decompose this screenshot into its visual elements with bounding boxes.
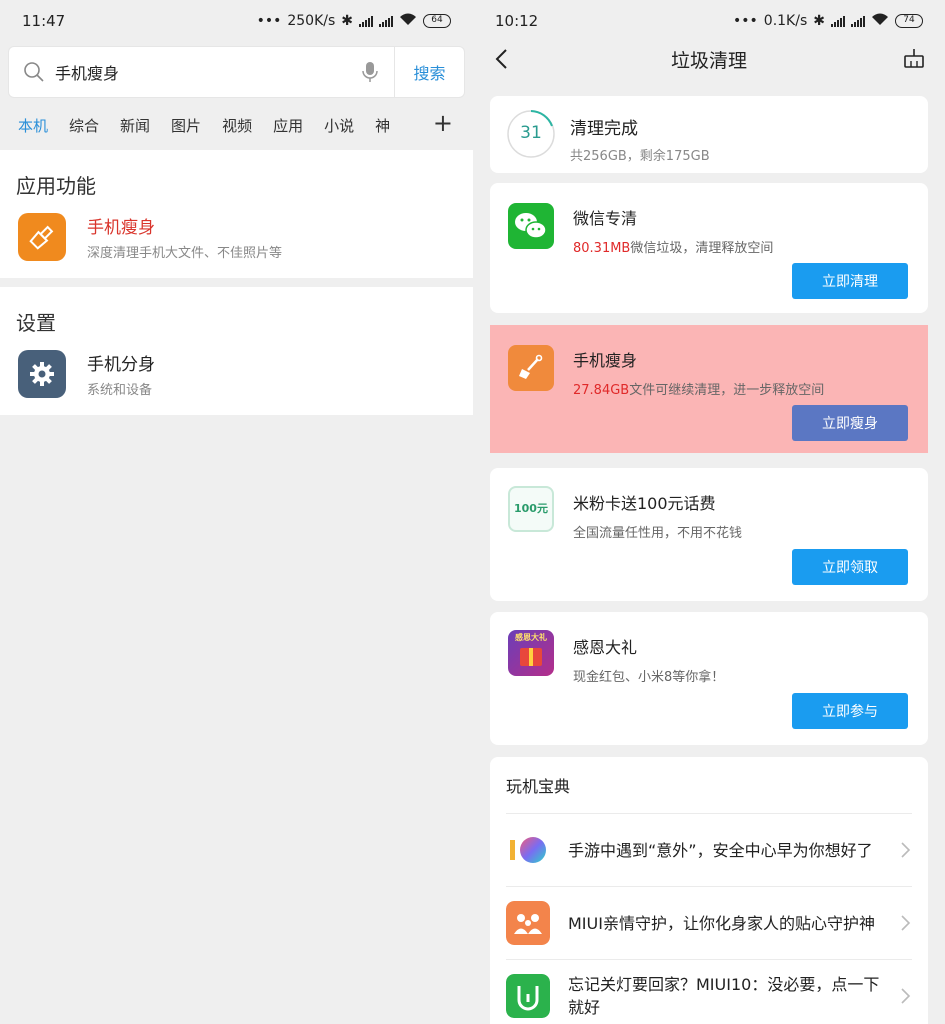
tab-more[interactable]: 神 (375, 115, 390, 136)
wifi-icon (399, 13, 417, 30)
search-input[interactable]: 手机瘦身 (55, 60, 360, 84)
left-screen: 11:47 ••• 250K/s ✱ 64 手机瘦身 搜索 本机 综合 新闻 图… (0, 0, 473, 1024)
app-functions-section: 应用功能 手机瘦身 深度清理手机大文件、不佳照片等 (0, 150, 473, 278)
battery-icon: 74 (895, 14, 923, 28)
shovel-icon (508, 345, 554, 391)
microphone-icon[interactable] (360, 61, 380, 83)
search-tabs: 本机 综合 新闻 图片 视频 应用 小说 神 + (0, 108, 473, 142)
section-header: 应用功能 (16, 174, 96, 198)
tab-apps[interactable]: 应用 (273, 115, 303, 136)
card-title: 米粉卡送100元话费 (573, 494, 716, 513)
page-title: 垃圾清理 (670, 49, 747, 72)
status-bar: 11:47 ••• 250K/s ✱ 64 (0, 0, 473, 42)
tips-section: 玩机宝典 手游中遇到“意外”，安全中心早为你想好了 MIUI亲情守护，让你化身家… (490, 757, 928, 1024)
claim-now-button[interactable]: 立即领取 (792, 549, 908, 585)
chevron-right-icon (901, 988, 911, 1004)
signal-hd-icon (851, 15, 865, 27)
file-size: 27.84GB (573, 383, 630, 398)
card-subtitle: 现金红包、小米8等你拿！ (573, 670, 725, 685)
junk-size: 80.31MB (573, 241, 631, 256)
result-subtitle: 系统和设备 (87, 383, 153, 398)
more-dots-icon: ••• (256, 13, 282, 29)
result-title: 手机瘦身 (87, 218, 155, 238)
wifi-icon (871, 13, 889, 30)
tip-text: 忘记关灯要回家？MIUI10：没必要，点一下就好 (568, 975, 880, 1017)
mi-card-promo: 100元 米粉卡送100元话费 全国流量任性用，不用不花钱 立即领取 (490, 468, 928, 601)
tab-news[interactable]: 新闻 (120, 115, 150, 136)
result-subtitle: 深度清理手机大文件、不佳照片等 (87, 246, 283, 261)
network-speed: 0.1K/s (763, 13, 808, 29)
chevron-right-icon (901, 915, 911, 931)
section-header: 设置 (16, 311, 56, 335)
broom-settings-icon[interactable] (903, 47, 925, 69)
result-dual-space[interactable]: 手机分身 系统和设备 (0, 336, 473, 412)
family-guard-icon (506, 901, 550, 945)
signal-hd-icon (379, 15, 393, 27)
tip-text: 手游中遇到“意外”，安全中心早为你想好了 (568, 840, 873, 860)
tab-images[interactable]: 图片 (171, 115, 201, 136)
card-subtitle: 文件可继续清理，进一步释放空间 (629, 383, 825, 398)
tab-videos[interactable]: 视频 (222, 115, 252, 136)
search-bar: 手机瘦身 搜索 (8, 46, 465, 98)
broom-icon (18, 213, 66, 261)
title-bar: 垃圾清理 (473, 40, 945, 78)
status-time: 10:12 (495, 12, 539, 30)
card-title: 微信专清 (573, 209, 638, 228)
phone-slim-card: 手机瘦身 27.84GB文件可继续清理，进一步释放空间 立即瘦身 (490, 325, 928, 453)
clean-now-button[interactable]: 立即清理 (792, 263, 908, 299)
slim-now-button[interactable]: 立即瘦身 (792, 405, 908, 441)
bluetooth-icon: ✱ (813, 13, 825, 29)
gift-box-icon: 感恩大礼 (508, 630, 554, 676)
tab-local[interactable]: 本机 (18, 115, 48, 136)
card-title: 手机瘦身 (573, 351, 638, 370)
tip-item[interactable]: 手游中遇到“意外”，安全中心早为你想好了 (506, 813, 912, 886)
status-bar: 10:12 ••• 0.1K/s ✱ 74 (473, 0, 945, 42)
status-time: 11:47 (22, 12, 66, 30)
card-subtitle: 微信垃圾，清理释放空间 (630, 241, 774, 256)
tab-novels[interactable]: 小说 (324, 115, 354, 136)
search-icon (24, 62, 44, 82)
mi-home-icon (506, 974, 550, 1018)
tip-item[interactable]: 忘记关灯要回家？MIUI10：没必要，点一下就好 (506, 959, 912, 1024)
clean-summary-card: 31 清理完成 共256GB，剩余175GB (490, 96, 928, 173)
bluetooth-icon: ✱ (341, 13, 353, 29)
progress-ring: 31 (506, 109, 556, 159)
card-subtitle: 全国流量任性用，不用不花钱 (573, 526, 743, 541)
ring-value: 31 (520, 123, 542, 143)
coupon-icon: 100元 (508, 486, 554, 532)
wechat-icon (508, 203, 554, 249)
summary-subtitle: 共256GB，剩余175GB (570, 149, 710, 164)
gift-icon-text: 感恩大礼 (515, 633, 547, 642)
chevron-right-icon (901, 842, 911, 858)
battery-icon: 64 (423, 14, 451, 28)
add-tab-icon[interactable]: + (433, 110, 453, 136)
right-screen: 10:12 ••• 0.1K/s ✱ 74 垃圾清理 31 清理完成 共256G… (473, 0, 945, 1024)
section-header: 玩机宝典 (506, 777, 571, 796)
summary-title: 清理完成 (570, 119, 638, 139)
gear-icon (18, 350, 66, 398)
coupon-icon-text: 100元 (514, 502, 548, 515)
signal-icon (831, 15, 845, 27)
network-speed: 250K/s (287, 13, 336, 29)
more-dots-icon: ••• (733, 13, 758, 29)
wechat-clean-card: 微信专清 80.31MB微信垃圾，清理释放空间 立即清理 (490, 183, 928, 313)
join-now-button[interactable]: 立即参与 (792, 693, 908, 729)
tab-all[interactable]: 综合 (69, 115, 99, 136)
miui10-logo-icon (506, 828, 550, 872)
result-title: 手机分身 (87, 355, 155, 375)
tip-item[interactable]: MIUI亲情守护，让你化身家人的贴心守护神 (506, 886, 912, 959)
gift-promo-card: 感恩大礼 感恩大礼 现金红包、小米8等你拿！ 立即参与 (490, 612, 928, 745)
signal-icon (359, 15, 373, 27)
tip-text: MIUI亲情守护，让你化身家人的贴心守护神 (568, 913, 875, 933)
settings-section: 设置 手机分身 系统和设备 (0, 287, 473, 415)
back-arrow-icon[interactable] (493, 48, 513, 70)
search-button[interactable]: 搜索 (394, 47, 464, 97)
result-phone-slim[interactable]: 手机瘦身 深度清理手机大文件、不佳照片等 (0, 199, 473, 275)
card-title: 感恩大礼 (573, 638, 638, 657)
